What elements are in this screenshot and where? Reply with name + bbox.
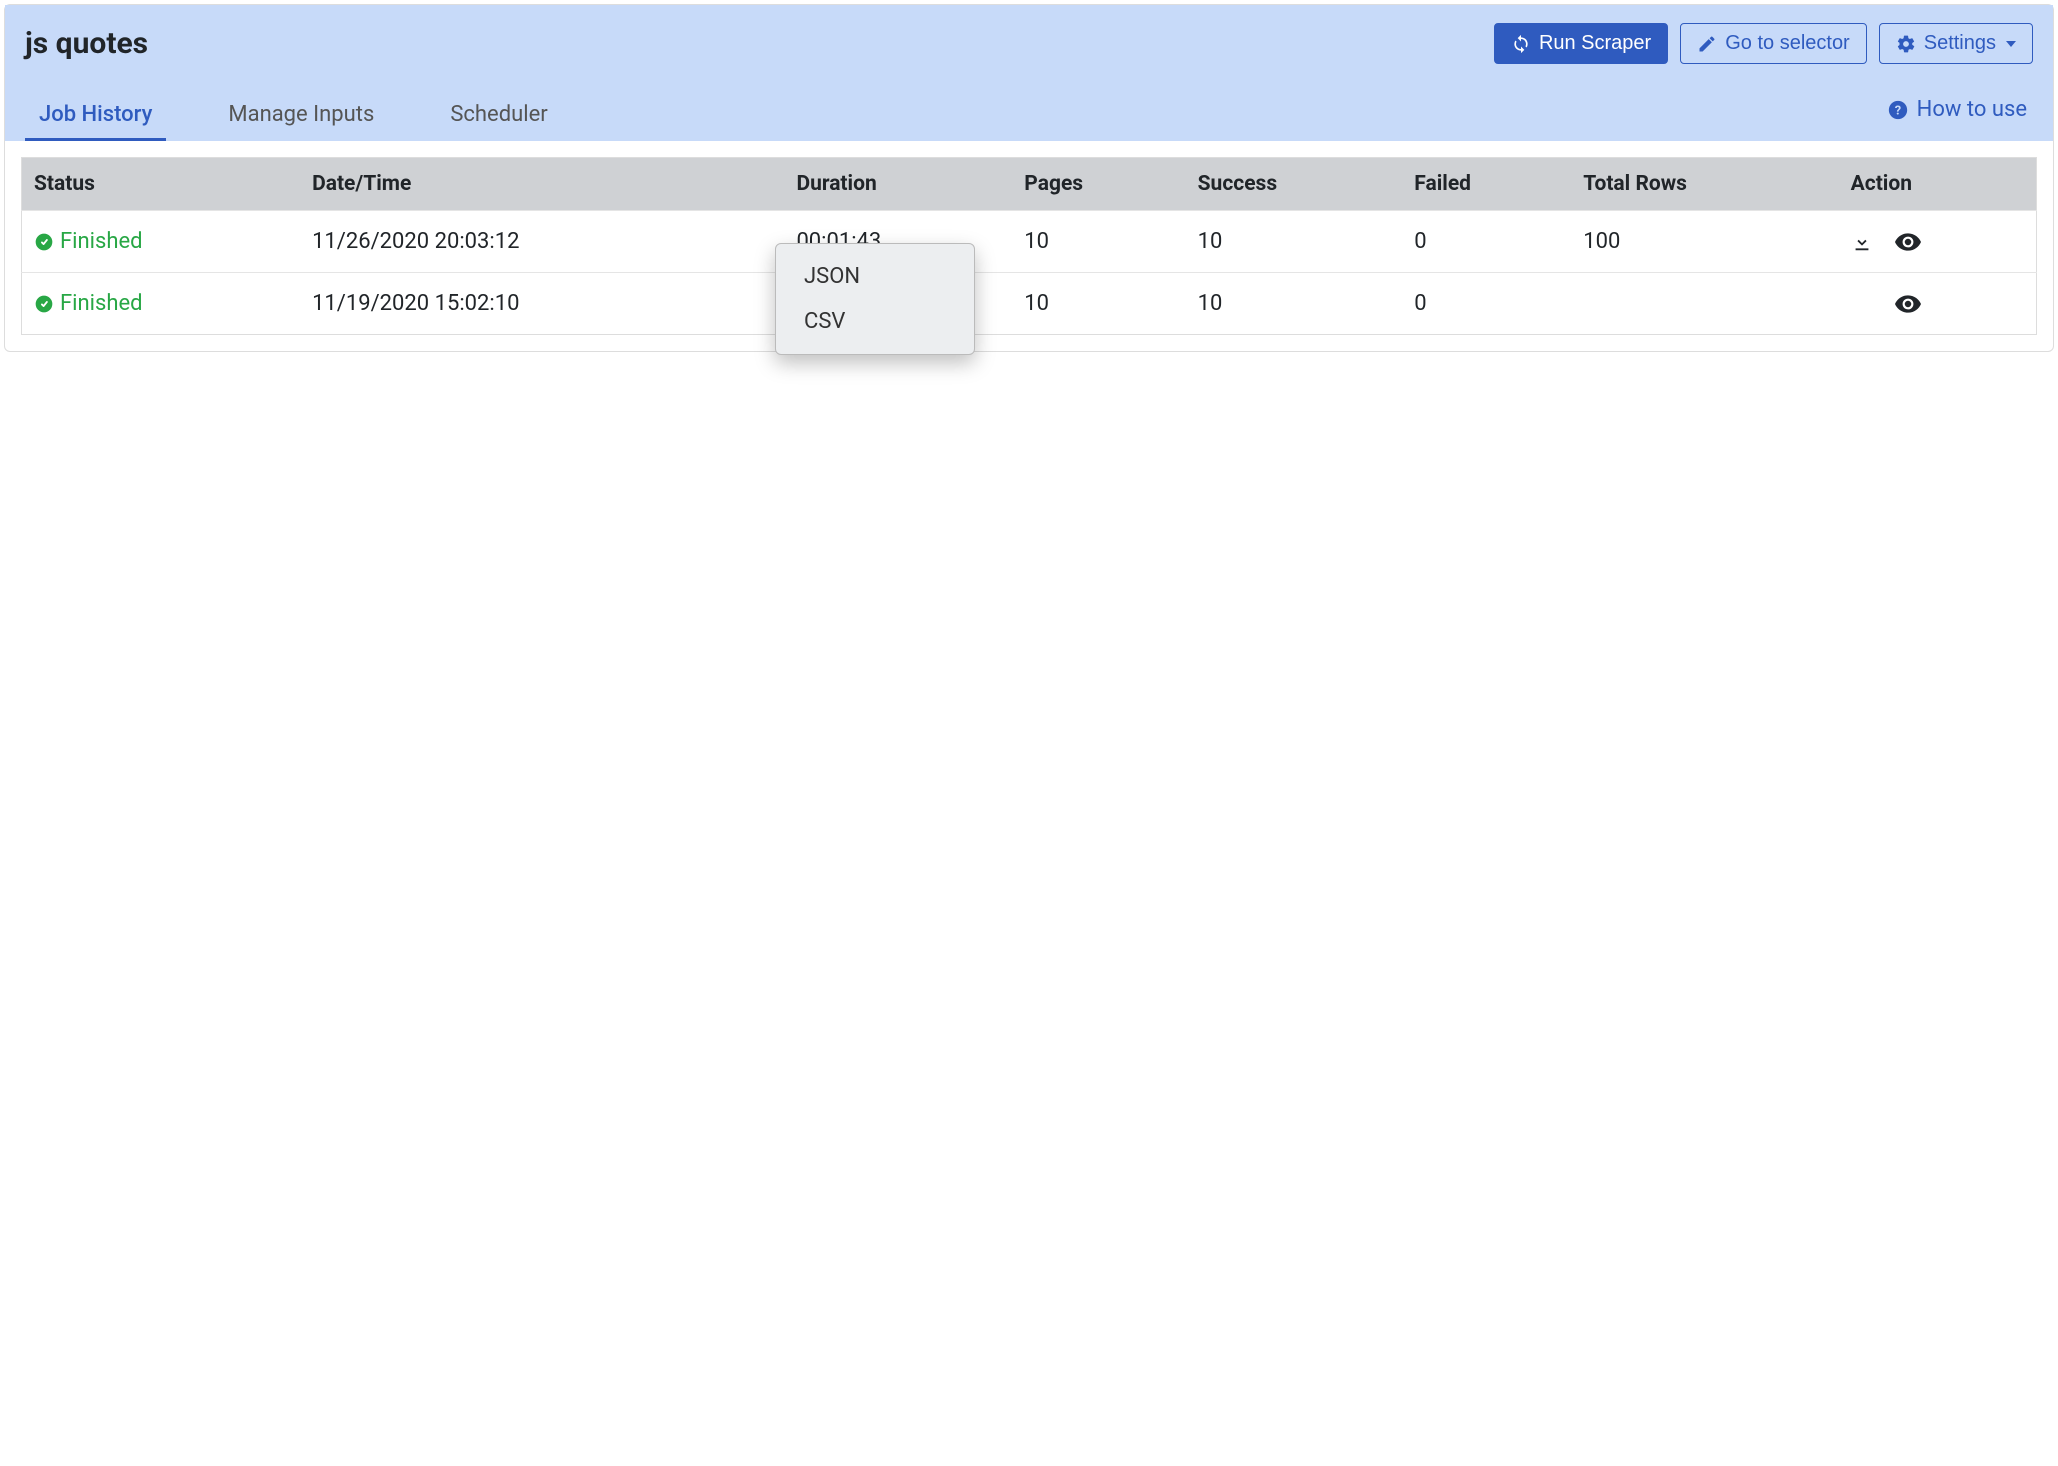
- col-status: Status: [22, 158, 301, 211]
- col-success: Success: [1186, 158, 1403, 211]
- svg-text:?: ?: [1894, 104, 1900, 119]
- tabs-left: Job History Manage Inputs Scheduler: [25, 92, 562, 141]
- page-title: js quotes: [25, 26, 148, 61]
- status-text: Finished: [60, 291, 143, 316]
- cell-pages: 10: [1012, 273, 1185, 335]
- cell-failed: 0: [1402, 273, 1571, 335]
- header: js quotes Run Scraper Go to selector: [5, 5, 2053, 141]
- gears-icon: [1896, 32, 1916, 55]
- cell-pages: 10: [1012, 211, 1185, 273]
- cell-success: 10: [1186, 273, 1403, 335]
- cell-datetime: 11/26/2020 20:03:12: [300, 211, 784, 273]
- tab-manage-inputs[interactable]: Manage Inputs: [214, 92, 388, 141]
- settings-button[interactable]: Settings: [1879, 23, 2033, 64]
- download-button[interactable]: [1851, 229, 1873, 254]
- cell-failed: 0: [1402, 211, 1571, 273]
- how-to-use-label: How to use: [1917, 97, 2027, 122]
- download-format-dropdown: JSON CSV: [775, 243, 975, 355]
- view-button[interactable]: [1895, 291, 1921, 316]
- check-circle-icon: [34, 229, 54, 254]
- cell-total-rows: 100: [1571, 211, 1838, 273]
- refresh-icon: [1511, 32, 1531, 55]
- table-row: Finished 11/26/2020 20:03:12 00:01:43 10…: [22, 211, 2037, 273]
- dropdown-item-json[interactable]: JSON: [776, 254, 974, 299]
- header-tabs: Job History Manage Inputs Scheduler ? Ho…: [25, 92, 2033, 141]
- table-header-row: Status Date/Time Duration Pages Success …: [22, 158, 2037, 211]
- header-top: js quotes Run Scraper Go to selector: [25, 23, 2033, 92]
- dropdown-item-csv[interactable]: CSV: [776, 299, 974, 344]
- col-failed: Failed: [1402, 158, 1571, 211]
- go-to-selector-label: Go to selector: [1725, 32, 1850, 55]
- tab-job-history[interactable]: Job History: [25, 92, 166, 141]
- check-circle-icon: [34, 291, 54, 316]
- action-cell: [1851, 291, 1921, 316]
- action-cell: [1851, 229, 1921, 254]
- job-history-table: Status Date/Time Duration Pages Success …: [21, 157, 2037, 335]
- header-buttons: Run Scraper Go to selector Settings: [1494, 23, 2033, 64]
- cell-datetime: 11/19/2020 15:02:10: [300, 273, 784, 335]
- tab-scheduler[interactable]: Scheduler: [436, 92, 561, 141]
- content: Status Date/Time Duration Pages Success …: [5, 141, 2053, 351]
- run-scraper-label: Run Scraper: [1539, 32, 1651, 55]
- settings-label: Settings: [1924, 32, 1996, 55]
- status-text: Finished: [60, 229, 143, 254]
- view-button[interactable]: [1895, 229, 1921, 254]
- cell-success: 10: [1186, 211, 1403, 273]
- app-frame: js quotes Run Scraper Go to selector: [4, 4, 2054, 352]
- cell-total-rows: [1571, 273, 1838, 335]
- col-datetime: Date/Time: [300, 158, 784, 211]
- status-badge: Finished: [34, 229, 143, 254]
- chevron-down-icon: [2006, 32, 2016, 55]
- col-duration: Duration: [784, 158, 1012, 211]
- status-badge: Finished: [34, 291, 143, 316]
- table-row: Finished 11/19/2020 15:02:10 00:01:08 10…: [22, 273, 2037, 335]
- col-total-rows: Total Rows: [1571, 158, 1838, 211]
- col-pages: Pages: [1012, 158, 1185, 211]
- col-action: Action: [1839, 158, 2037, 211]
- go-to-selector-button[interactable]: Go to selector: [1680, 23, 1867, 64]
- edit-icon: [1697, 32, 1717, 55]
- run-scraper-button[interactable]: Run Scraper: [1494, 23, 1668, 64]
- help-icon: ?: [1887, 97, 1909, 122]
- how-to-use-link[interactable]: ? How to use: [1887, 97, 2033, 136]
